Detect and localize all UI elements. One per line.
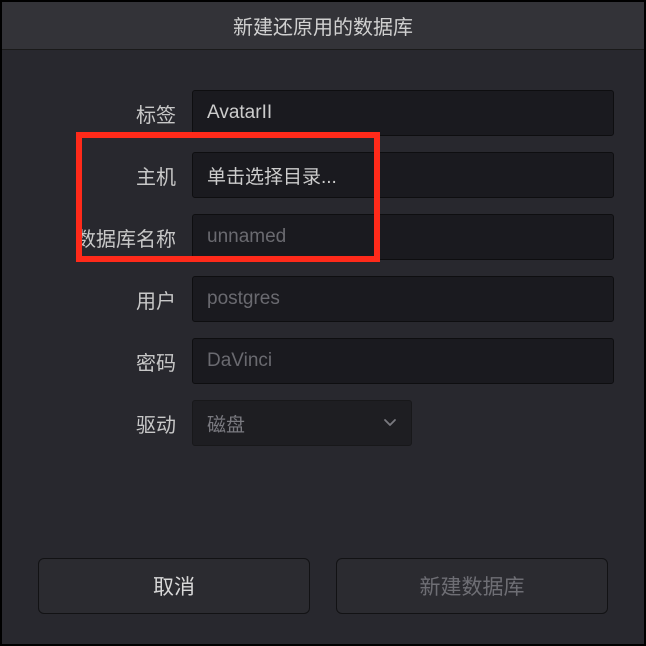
cancel-button-label: 取消	[153, 571, 195, 601]
password-input[interactable]: DaVinci	[192, 338, 614, 384]
host-input[interactable]: 单击选择目录...	[192, 152, 614, 198]
driver-label: 驱动	[32, 409, 192, 438]
label-label: 标签	[32, 99, 192, 128]
password-label: 密码	[32, 347, 192, 376]
user-label: 用户	[32, 285, 192, 314]
user-input-placeholder: postgres	[207, 288, 280, 310]
dbname-input-placeholder: unnamed	[207, 226, 286, 248]
create-database-button[interactable]: 新建数据库	[336, 558, 608, 614]
row-dbname: 数据库名称 unnamed	[32, 214, 614, 260]
driver-select[interactable]: 磁盘	[192, 400, 412, 446]
button-row: 取消 新建数据库	[2, 548, 644, 644]
row-user: 用户 postgres	[32, 276, 614, 322]
cancel-button[interactable]: 取消	[38, 558, 310, 614]
chevron-down-icon	[383, 416, 397, 430]
label-input-value: AvatarII	[207, 102, 272, 124]
host-input-value: 单击选择目录...	[207, 162, 337, 189]
row-driver: 驱动 磁盘	[32, 400, 614, 446]
label-input[interactable]: AvatarII	[192, 90, 614, 136]
dialog-title: 新建还原用的数据库	[2, 2, 644, 50]
driver-select-value: 磁盘	[207, 410, 245, 437]
host-label: 主机	[32, 161, 192, 190]
dialog-title-text: 新建还原用的数据库	[233, 11, 413, 40]
dbname-label: 数据库名称	[32, 223, 192, 252]
user-input[interactable]: postgres	[192, 276, 614, 322]
row-host: 主机 单击选择目录...	[32, 152, 614, 198]
dialog-content: 标签 AvatarII 主机 单击选择目录... 数据库名称 unnamed 用…	[2, 50, 644, 548]
row-label: 标签 AvatarII	[32, 90, 614, 136]
row-password: 密码 DaVinci	[32, 338, 614, 384]
create-database-button-label: 新建数据库	[420, 571, 525, 601]
dbname-input[interactable]: unnamed	[192, 214, 614, 260]
new-restore-database-dialog: 新建还原用的数据库 标签 AvatarII 主机 单击选择目录... 数据库名称…	[0, 0, 646, 646]
password-input-placeholder: DaVinci	[207, 350, 272, 372]
